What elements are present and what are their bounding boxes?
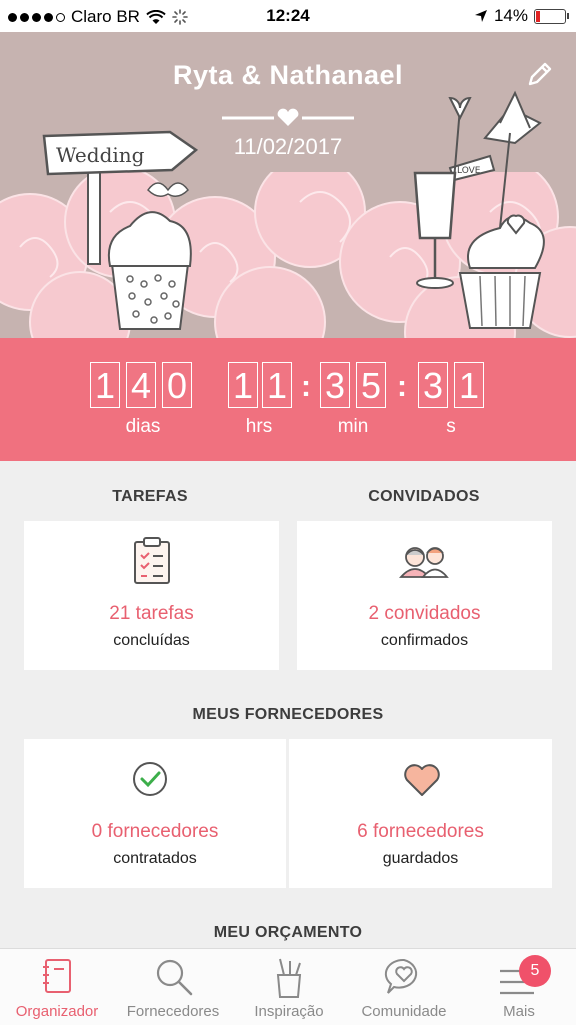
- tab-mais[interactable]: Mais: [462, 949, 576, 1025]
- tab-label-inspiracao: Inspiração: [254, 1003, 324, 1020]
- hired-vendors-card[interactable]: 0 fornecedores contratados: [24, 739, 286, 888]
- tasks-card[interactable]: 21 tarefas concluídas: [24, 521, 279, 670]
- vendors-title: MEUS FORNECEDORES: [192, 706, 384, 723]
- hours-label: hrs: [245, 416, 273, 437]
- minutes-digit-2: 5: [356, 362, 386, 408]
- search-icon: [156, 959, 193, 996]
- heart-divider-icon: [222, 108, 354, 126]
- couple-names: Ryta & Nathanael: [172, 60, 404, 90]
- tab-label-fornecedores: Fornecedores: [126, 1003, 220, 1020]
- colon-separator: :: [397, 370, 407, 403]
- hours-digit-1: 1: [228, 362, 258, 408]
- days-digit-2: 4: [126, 362, 156, 408]
- guests-couple-icon: [399, 547, 449, 578]
- minutes-label: min: [337, 416, 369, 437]
- heart-icon: [404, 764, 440, 796]
- saved-vendors-count: 6 fornecedores: [357, 821, 484, 842]
- clipboard-checklist-icon: [134, 537, 170, 584]
- colon-separator: :: [301, 370, 311, 403]
- status-right: 14%: [474, 6, 569, 26]
- hired-vendors-status: contratados: [113, 850, 197, 867]
- tab-label-mais: Mais: [503, 1003, 535, 1020]
- battery-percent: 14%: [493, 6, 528, 25]
- seconds-digit-2: 1: [454, 362, 484, 408]
- hired-vendors-count: 0 fornecedores: [91, 821, 219, 842]
- tab-label-organizador: Organizador: [15, 1003, 99, 1020]
- days-digit-1: 1: [90, 362, 120, 408]
- notebook-icon: [43, 959, 71, 993]
- edit-pencil-icon[interactable]: [524, 60, 554, 90]
- days-digit-3: 0: [162, 362, 192, 408]
- wedding-header: Ryta & Nathanael 11/02/2017 Wedding LOVE: [0, 32, 576, 338]
- chat-heart-icon: [384, 958, 418, 994]
- tasks-title: TAREFAS: [112, 488, 188, 505]
- guests-title: CONVIDADOS: [368, 488, 480, 505]
- tab-organizador[interactable]: Organizador: [0, 949, 114, 1025]
- champagne-cupcake-illustration: LOVE: [413, 90, 545, 329]
- wedding-sign-text: Wedding: [56, 143, 145, 167]
- saved-vendors-card[interactable]: 6 fornecedores guardados: [289, 739, 552, 888]
- location-arrow-icon: [474, 10, 487, 22]
- tab-label-comunidade: Comunidade: [361, 1003, 447, 1020]
- tasks-status: concluídas: [113, 632, 190, 649]
- check-circle-icon: [133, 762, 167, 796]
- love-flag-text: LOVE: [457, 166, 481, 176]
- days-label: dias: [125, 416, 161, 437]
- seconds-label: s: [446, 416, 456, 437]
- tab-comunidade[interactable]: Comunidade: [346, 949, 462, 1025]
- hours-digit-2: 1: [262, 362, 292, 408]
- tab-bar: Organizador Fornecedores Inspiração Comu…: [0, 948, 576, 1025]
- status-bar: Claro BR 12:24 14%: [0, 0, 576, 32]
- notification-badge: 5: [519, 955, 551, 987]
- countdown-timer: 1 4 0 1 1 : 3 5 : 3 1 dias hrs min s: [0, 338, 576, 461]
- wedding-sign-illustration: Wedding: [42, 130, 199, 330]
- tasks-count: 21 tarefas: [109, 603, 194, 624]
- pencil-cup-icon: [276, 958, 302, 998]
- tab-inspiracao[interactable]: Inspiração: [232, 949, 346, 1025]
- minutes-digit-1: 3: [320, 362, 350, 408]
- tab-fornecedores[interactable]: Fornecedores: [114, 949, 232, 1025]
- guests-status: confirmados: [380, 632, 469, 649]
- seconds-digit-1: 3: [418, 362, 448, 408]
- battery-icon: [534, 8, 569, 24]
- saved-vendors-status: guardados: [382, 850, 459, 867]
- guests-count: 2 convidados: [368, 603, 481, 624]
- guests-card[interactable]: 2 convidados confirmados: [297, 521, 552, 670]
- budget-title: MEU ORÇAMENTO: [213, 924, 363, 941]
